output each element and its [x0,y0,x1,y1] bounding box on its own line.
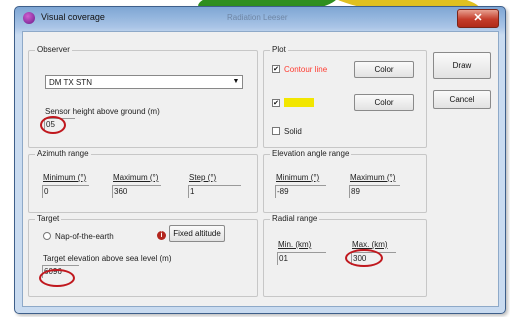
radial-legend: Radial range [270,214,320,223]
background-window-title: Radiation Leeser [227,13,288,22]
elevation-max-label: Maximum (°) [350,173,396,182]
azimuth-max-input[interactable]: 360 [114,187,127,196]
visual-coverage-dialog: Visual coverage Radiation Leeser ✕ Obser… [14,6,506,314]
radial-max-label: Max. (km) [352,240,388,249]
annotation-circle-radial-max [345,249,383,267]
plot-group: Plot ✔ Contour line Color ✔ Color Solid [263,45,427,148]
plot-legend: Plot [270,45,288,54]
azimuth-step-label: Step (°) [189,173,217,182]
azimuth-step-border [188,185,241,198]
draw-button[interactable]: Draw [433,52,491,79]
filled-color-swatch [284,98,314,107]
dialog-client-area: Observer DM TX STN ▼ Sensor height above… [22,31,499,307]
close-icon: ✕ [473,12,483,24]
cancel-button[interactable]: Cancel [433,90,491,109]
solid-label: Solid [284,127,302,136]
contour-color-button[interactable]: Color [354,61,414,78]
target-elevation-label: Target elevation above sea level (m) [43,254,172,263]
elevation-range-group: Elevation angle range Minimum (°) -89 Ma… [263,149,427,213]
target-legend: Target [35,214,62,223]
contour-line-label: Contour line [284,65,328,74]
radial-min-label: Min. (km) [278,240,312,249]
close-button[interactable]: ✕ [457,9,499,28]
nap-of-earth-label: Nap-of-the-earth [55,232,114,241]
elevation-legend: Elevation angle range [270,149,352,158]
azimuth-min-border [42,185,89,198]
window-title: Visual coverage [41,12,105,22]
azimuth-min-input[interactable]: 0 [44,187,48,196]
fixed-altitude-radio-icon[interactable]: i [157,231,166,240]
app-icon [23,12,35,24]
elevation-min-input[interactable]: -89 [277,187,289,196]
nap-of-earth-radio[interactable] [43,232,51,240]
azimuth-min-label: Minimum (°) [43,173,87,182]
chevron-down-icon[interactable]: ▼ [231,77,241,87]
azimuth-step-input[interactable]: 1 [190,187,194,196]
observer-legend: Observer [35,45,72,54]
elevation-max-input[interactable]: 89 [351,187,360,196]
observer-station-select[interactable]: DM TX STN ▼ [45,75,243,89]
azimuth-legend: Azimuth range [35,149,91,158]
azimuth-range-group: Azimuth range Minimum (°) 0 Maximum (°) … [28,149,258,213]
title-bar[interactable]: Visual coverage Radiation Leeser ✕ [15,7,505,29]
filled-color-button[interactable]: Color [354,94,414,111]
solid-checkbox[interactable] [272,127,280,135]
azimuth-max-label: Maximum (°) [113,173,159,182]
annotation-circle-target-elevation [39,269,75,287]
observer-station-value: DM TX STN [49,78,92,87]
radial-min-input[interactable]: 01 [279,254,288,263]
elevation-min-label: Minimum (°) [276,173,320,182]
contour-line-checkbox[interactable]: ✔ [272,65,280,73]
observer-group: Observer DM TX STN ▼ Sensor height above… [28,45,258,148]
fixed-altitude-button[interactable]: Fixed altitude [169,225,225,242]
filled-checkbox[interactable]: ✔ [272,99,280,107]
annotation-circle-sensor-height [40,116,66,134]
sensor-height-label: Sensor height above ground (m) [45,107,160,116]
